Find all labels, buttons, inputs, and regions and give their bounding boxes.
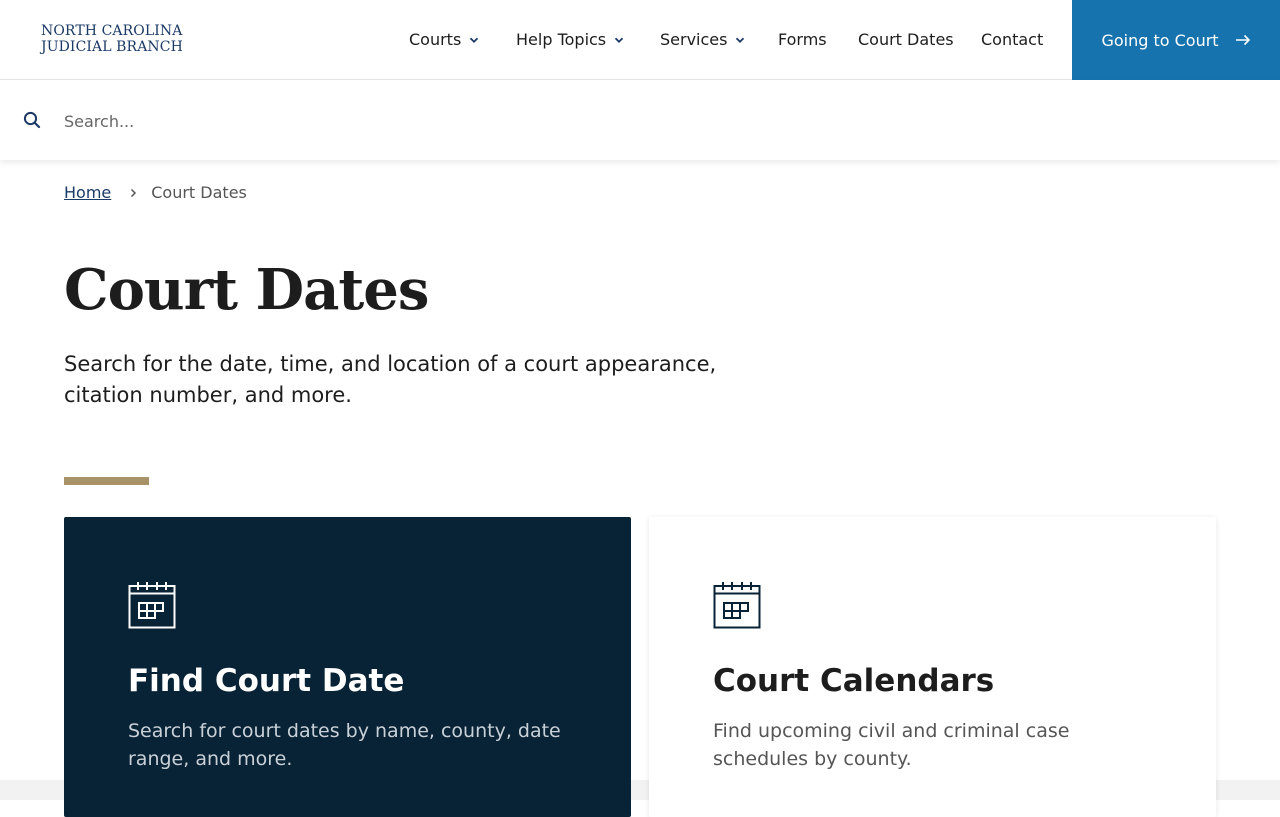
page-intro: Search for the date, time, and location … bbox=[64, 352, 717, 407]
accent-divider bbox=[64, 477, 149, 485]
nav-item-court-dates[interactable]: Court Dates bbox=[858, 29, 954, 51]
card-description: Search for court dates by name, county, … bbox=[128, 720, 561, 770]
nav-item-forms[interactable]: Forms bbox=[778, 29, 827, 51]
court-calendars-card[interactable]: Court Calendars Find upcoming civil and … bbox=[649, 517, 1216, 817]
nav-item-contact[interactable]: Contact bbox=[981, 29, 1043, 51]
nav-item-label: Forms bbox=[778, 30, 827, 49]
card-description: Find upcoming civil and criminal case sc… bbox=[713, 720, 1070, 770]
nav-item-courts[interactable]: Courts bbox=[409, 29, 479, 51]
nav-item-label: Courts bbox=[409, 30, 462, 49]
cta-label: Going to Court bbox=[1101, 30, 1219, 50]
breadcrumb-current: Court Dates bbox=[151, 183, 247, 202]
search-icon[interactable] bbox=[23, 111, 41, 129]
breadcrumb: Home Court Dates bbox=[64, 183, 247, 203]
search-input[interactable] bbox=[64, 106, 664, 136]
chevron-down-icon bbox=[615, 37, 624, 43]
find-court-date-card[interactable]: Find Court Date Search for court dates b… bbox=[64, 517, 631, 817]
chevron-down-icon bbox=[736, 37, 745, 43]
nav-item-help-topics[interactable]: Help Topics bbox=[516, 29, 624, 51]
nav-item-label: Help Topics bbox=[516, 30, 607, 49]
page-title: Court Dates bbox=[64, 257, 429, 323]
logo-line-2: JUDICIAL BRANCH bbox=[41, 39, 183, 55]
arrow-right-icon bbox=[1235, 34, 1250, 46]
chevron-right-icon bbox=[131, 188, 137, 198]
card-title: Find Court Date bbox=[128, 663, 405, 699]
chevron-down-icon bbox=[470, 37, 479, 43]
site-header: NORTH CAROLINA JUDICIAL BRANCH Courts He… bbox=[0, 0, 1280, 80]
nav-item-label: Contact bbox=[981, 30, 1044, 49]
site-logo[interactable]: NORTH CAROLINA JUDICIAL BRANCH bbox=[41, 23, 183, 55]
breadcrumb-home-link[interactable]: Home bbox=[64, 183, 111, 203]
nav-item-services[interactable]: Services bbox=[660, 29, 745, 51]
nav-item-label: Court Dates bbox=[858, 30, 954, 49]
calendar-icon bbox=[713, 582, 761, 629]
going-to-court-button[interactable]: Going to Court bbox=[1072, 0, 1280, 80]
card-title: Court Calendars bbox=[713, 663, 995, 699]
calendar-icon bbox=[128, 582, 176, 629]
nav-item-label: Services bbox=[660, 30, 728, 49]
logo-line-1: NORTH CAROLINA bbox=[41, 23, 183, 39]
